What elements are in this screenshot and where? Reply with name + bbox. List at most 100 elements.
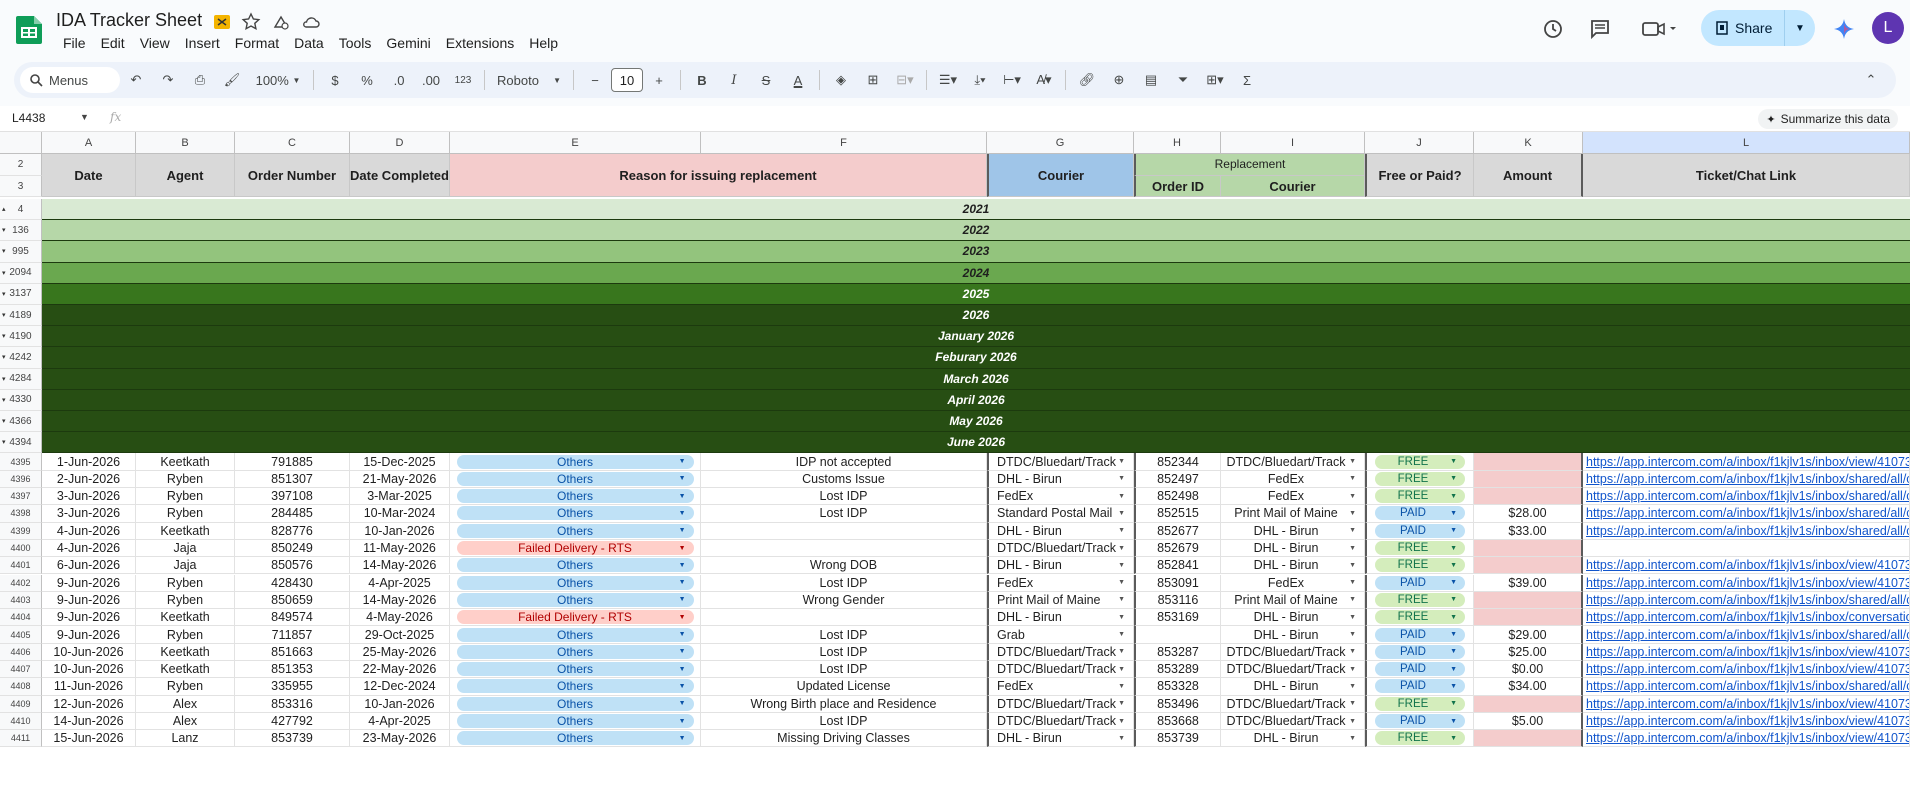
cell-order[interactable]: 853316 — [235, 695, 350, 713]
row-number[interactable]: 4403 — [0, 591, 42, 610]
cell-amount[interactable] — [1474, 695, 1583, 713]
cell-agent[interactable]: Jaja — [136, 557, 235, 575]
cell-note[interactable] — [701, 522, 987, 540]
chevron-down-icon[interactable]: ▼ — [679, 648, 686, 655]
group-band[interactable]: 2024 — [42, 262, 1910, 284]
header-courier[interactable]: Courier — [987, 154, 1134, 197]
chevron-down-icon[interactable]: ▼ — [1349, 735, 1356, 742]
cell-note[interactable]: Wrong DOB — [701, 557, 987, 575]
cell-order-id[interactable]: 852679 — [1134, 539, 1221, 558]
summarize-button[interactable]: ✦ Summarize this data — [1758, 109, 1898, 129]
ticket-link[interactable]: https://app.intercom.com/a/inbox/f1kjlv1… — [1583, 609, 1910, 627]
chevron-up-icon[interactable]: ⌃ — [1858, 67, 1884, 93]
cell-courier[interactable]: FedEx ▼ — [987, 488, 1134, 506]
chevron-down-icon[interactable]: ▼ — [1118, 579, 1125, 586]
cell-date[interactable]: 11-Jun-2026 — [42, 678, 136, 696]
reason-chip[interactable]: Failed Delivery - RTS ▼ — [456, 610, 694, 625]
cell-amount[interactable]: $5.00 — [1474, 712, 1583, 731]
header-agent[interactable]: Agent — [136, 154, 235, 197]
menu-insert[interactable]: Insert — [178, 34, 227, 52]
cell-replacement-courier[interactable]: FedEx ▼ — [1221, 470, 1365, 488]
ticket-link[interactable]: https://app.intercom.com/a/inbox/f1kjlv1… — [1583, 730, 1910, 748]
cell-order[interactable]: 791885 — [235, 453, 350, 471]
fill-color-icon[interactable]: ◈ — [828, 67, 854, 93]
payment-status-chip[interactable]: PAID ▼ — [1375, 523, 1465, 538]
cell-completed[interactable]: 4-Apr-2025 — [350, 574, 450, 592]
cell-date[interactable]: 12-Jun-2026 — [42, 695, 136, 713]
reason-chip[interactable]: Others ▼ — [456, 471, 694, 486]
row-number[interactable]: 4399 — [0, 522, 42, 540]
chevron-down-icon[interactable]: ▼ — [1118, 683, 1125, 690]
cell-order-id[interactable]: 853091 — [1134, 574, 1221, 592]
cell-courier[interactable]: DTDC/Bluedart/Track ▼ — [987, 695, 1134, 713]
ticket-link[interactable]: https://app.intercom.com/a/inbox/f1kjlv1… — [1583, 488, 1910, 506]
cell-order[interactable]: 427792 — [235, 712, 350, 731]
row-number[interactable]: 4396 — [0, 470, 42, 488]
row-number[interactable]: 4242 ▾ — [0, 347, 42, 369]
cell-reason[interactable]: Others ▼ — [450, 470, 701, 488]
cell-order[interactable]: 853739 — [235, 730, 350, 748]
group-band[interactable]: June 2026 — [42, 432, 1910, 454]
share-button[interactable]: Share ▼ — [1701, 10, 1815, 46]
chevron-down-icon[interactable]: ▼ — [679, 683, 686, 690]
chevron-down-icon[interactable]: ▼ — [1118, 475, 1125, 482]
chevron-down-icon[interactable]: ▼ — [1450, 579, 1457, 586]
cell-date[interactable]: 10-Jun-2026 — [42, 661, 136, 679]
cell-date[interactable]: 1-Jun-2026 — [42, 453, 136, 471]
cell-reason[interactable]: Others ▼ — [450, 730, 701, 748]
drive-status-icon[interactable] — [271, 12, 291, 32]
cell-order-id[interactable]: 852841 — [1134, 557, 1221, 575]
column-header-i[interactable]: I — [1221, 132, 1365, 154]
cell-replacement-courier[interactable]: DHL - Birun ▼ — [1221, 557, 1365, 575]
row-number[interactable]: 2094 ▾ — [0, 262, 42, 284]
row-number[interactable]: 4411 — [0, 730, 42, 748]
cell-free-or-paid[interactable]: PAID ▼ — [1365, 626, 1474, 644]
chevron-down-icon[interactable]: ▼ — [1450, 648, 1457, 655]
menu-data[interactable]: Data — [287, 34, 331, 52]
bold-icon[interactable]: B — [689, 67, 715, 93]
cell-note[interactable]: Lost IDP — [701, 505, 987, 523]
ticket-link[interactable]: https://app.intercom.com/a/inbox/f1kjlv1… — [1583, 574, 1910, 592]
cell-courier[interactable]: DHL - Birun ▼ — [987, 522, 1134, 540]
menu-file[interactable]: File — [56, 34, 93, 52]
cell-agent[interactable]: Keetkath — [136, 522, 235, 540]
cell-free-or-paid[interactable]: PAID ▼ — [1365, 712, 1474, 731]
ticket-link[interactable]: https://app.intercom.com/a/inbox/f1kjlv1… — [1583, 453, 1910, 471]
cell-courier[interactable]: DHL - Birun ▼ — [987, 470, 1134, 488]
group-collapse-icon[interactable]: ▾ — [2, 375, 6, 383]
cell-replacement-courier[interactable]: DTDC/Bluedart/Track ▼ — [1221, 453, 1365, 471]
column-header-e[interactable]: E — [450, 132, 701, 154]
column-header-f[interactable]: F — [701, 132, 987, 154]
payment-status-chip[interactable]: PAID ▼ — [1375, 506, 1465, 521]
cell-agent[interactable]: Alex — [136, 695, 235, 713]
header-free-or-paid[interactable]: Free or Paid? — [1365, 154, 1474, 197]
italic-icon[interactable]: I — [721, 67, 747, 93]
increase-font-size-icon[interactable]: + — [646, 67, 672, 93]
cell-completed[interactable]: 14-May-2026 — [350, 591, 450, 610]
cell-free-or-paid[interactable]: FREE ▼ — [1365, 730, 1474, 748]
group-band[interactable]: April 2026 — [42, 389, 1910, 411]
payment-status-chip[interactable]: PAID ▼ — [1375, 627, 1465, 642]
cell-agent[interactable]: Ryben — [136, 505, 235, 523]
reason-chip[interactable]: Others ▼ — [456, 592, 694, 607]
cell-free-or-paid[interactable]: PAID ▼ — [1365, 678, 1474, 696]
group-collapse-icon[interactable]: ▾ — [2, 290, 6, 298]
cell-amount[interactable]: $25.00 — [1474, 643, 1583, 661]
select-all-corner[interactable] — [0, 132, 42, 154]
row-number[interactable]: 4398 — [0, 505, 42, 523]
gemini-icon[interactable] — [1828, 13, 1860, 45]
cell-note[interactable]: Wrong Gender — [701, 591, 987, 610]
chevron-down-icon[interactable]: ▼ — [679, 562, 686, 569]
cell-free-or-paid[interactable]: FREE ▼ — [1365, 488, 1474, 506]
cell-reason[interactable]: Others ▼ — [450, 557, 701, 575]
cell-order-id[interactable]: 853668 — [1134, 712, 1221, 731]
cell-order[interactable]: 711857 — [235, 626, 350, 644]
header-reason[interactable]: Reason for issuing replacement — [450, 154, 987, 197]
chevron-down-icon[interactable]: ▼ — [1349, 475, 1356, 482]
chevron-down-icon[interactable]: ▼ — [1450, 475, 1457, 482]
cell-completed[interactable]: 4-Apr-2025 — [350, 712, 450, 731]
cell-date[interactable]: 3-Jun-2026 — [42, 505, 136, 523]
cell-order[interactable]: 335955 — [235, 678, 350, 696]
chevron-down-icon[interactable]: ▼ — [679, 545, 686, 552]
cell-amount[interactable]: $39.00 — [1474, 574, 1583, 592]
